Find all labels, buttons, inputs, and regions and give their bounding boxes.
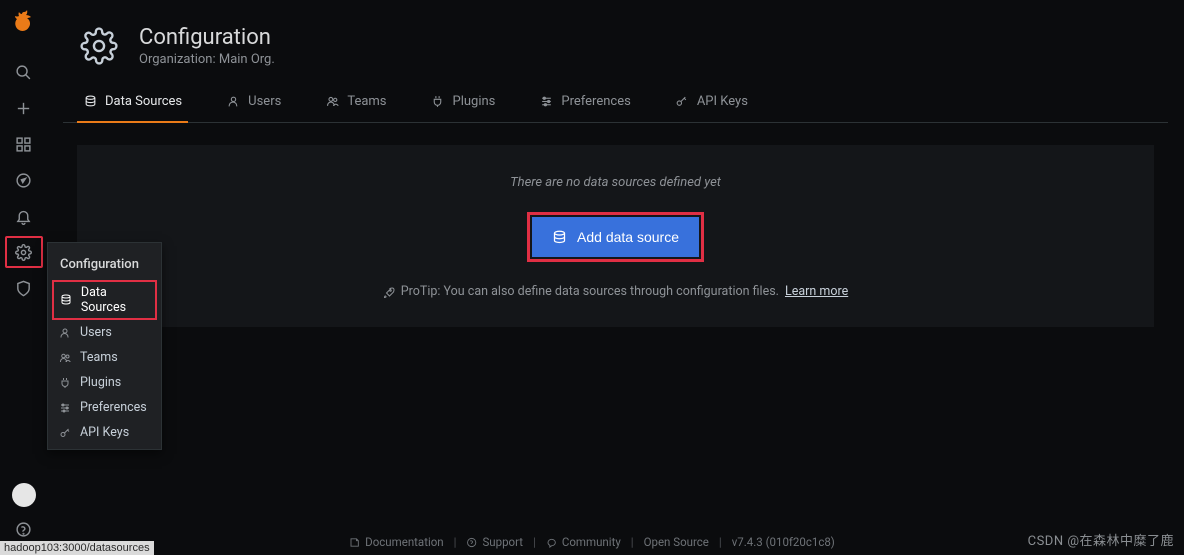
- grafana-logo[interactable]: [9, 8, 39, 38]
- footer-link-support[interactable]: Support: [466, 535, 523, 549]
- add-button-highlight: Add data source: [527, 212, 704, 262]
- database-icon: [60, 294, 73, 306]
- explore-icon[interactable]: [5, 164, 43, 196]
- user-icon: [226, 95, 240, 108]
- tab-preferences[interactable]: Preferences: [533, 82, 636, 123]
- search-icon[interactable]: [5, 56, 43, 88]
- content-panel: There are no data sources defined yet Ad…: [77, 145, 1154, 327]
- tab-teams[interactable]: Teams: [319, 82, 392, 123]
- config-flyout: Configuration Data Sources Users Teams P…: [47, 242, 162, 450]
- flyout-item-label: Users: [80, 325, 112, 340]
- flyout-item-label: Plugins: [80, 375, 121, 390]
- browser-status-url: hadoop103:3000/datasources: [0, 541, 154, 555]
- sidebar-bottom: [0, 483, 47, 549]
- users-icon: [58, 352, 72, 364]
- flyout-item-teams[interactable]: Teams: [48, 345, 161, 370]
- flyout-item-api-keys[interactable]: API Keys: [48, 420, 161, 445]
- key-icon: [58, 427, 72, 439]
- flyout-title: Configuration: [48, 247, 161, 280]
- footer-link-community[interactable]: Community: [546, 535, 621, 549]
- tab-label: Preferences: [561, 94, 630, 109]
- flyout-item-plugins[interactable]: Plugins: [48, 370, 161, 395]
- rocket-icon: [383, 286, 395, 298]
- flyout-item-label: Teams: [80, 350, 118, 365]
- tab-data-sources[interactable]: Data Sources: [77, 82, 188, 123]
- footer-link-opensource[interactable]: Open Source: [644, 535, 709, 549]
- tab-label: Teams: [347, 94, 386, 109]
- server-admin-icon[interactable]: [5, 272, 43, 304]
- page-subtitle: Organization: Main Org.: [139, 52, 275, 67]
- tab-plugins[interactable]: Plugins: [425, 82, 502, 123]
- footer-version[interactable]: v7.4.3 (010f20c1c8): [732, 535, 835, 549]
- flyout-item-label: Data Sources: [81, 285, 149, 315]
- tab-label: Users: [248, 94, 281, 109]
- tab-users[interactable]: Users: [220, 82, 287, 123]
- database-icon: [83, 95, 97, 108]
- protip-text: ProTip: You can also define data sources…: [401, 284, 779, 299]
- page-title: Configuration: [139, 25, 275, 50]
- user-avatar[interactable]: [12, 483, 36, 507]
- button-label: Add data source: [577, 229, 679, 245]
- empty-state-text: There are no data sources defined yet: [510, 175, 721, 190]
- plug-icon: [58, 377, 72, 389]
- configuration-icon[interactable]: [5, 236, 43, 268]
- flyout-item-data-sources[interactable]: Data Sources: [52, 280, 157, 320]
- app-root: Configuration Data Sources Users Teams P…: [0, 0, 1184, 555]
- add-data-source-button[interactable]: Add data source: [532, 217, 699, 257]
- dashboards-icon[interactable]: [5, 128, 43, 160]
- flyout-item-label: API Keys: [80, 425, 129, 440]
- sliders-icon: [58, 402, 72, 414]
- footer-link-docs[interactable]: Documentation: [349, 535, 443, 549]
- page-titles: Configuration Organization: Main Org.: [139, 25, 275, 67]
- database-icon: [552, 230, 567, 245]
- tab-label: Plugins: [453, 94, 496, 109]
- users-icon: [325, 95, 339, 108]
- sliders-icon: [539, 95, 553, 108]
- tab-label: API Keys: [697, 94, 748, 109]
- footer: Documentation | Support | Community | Op…: [349, 535, 835, 549]
- flyout-item-preferences[interactable]: Preferences: [48, 395, 161, 420]
- nav-sidebar: [0, 0, 47, 555]
- protip: ProTip: You can also define data sources…: [383, 284, 848, 299]
- tab-api-keys[interactable]: API Keys: [669, 82, 754, 123]
- key-icon: [675, 95, 689, 108]
- tab-label: Data Sources: [105, 94, 182, 109]
- user-icon: [58, 327, 72, 339]
- page-header: Configuration Organization: Main Org.: [63, 0, 1168, 82]
- flyout-item-label: Preferences: [80, 400, 147, 415]
- flyout-item-users[interactable]: Users: [48, 320, 161, 345]
- page-gear-icon: [77, 24, 121, 68]
- plug-icon: [431, 95, 445, 108]
- create-icon[interactable]: [5, 92, 43, 124]
- alerting-icon[interactable]: [5, 200, 43, 232]
- learn-more-link[interactable]: Learn more: [785, 284, 848, 299]
- tabs-bar: Data Sources Users Teams Plugins Prefere…: [63, 82, 1168, 123]
- main-content: Configuration Organization: Main Org. Da…: [47, 0, 1184, 555]
